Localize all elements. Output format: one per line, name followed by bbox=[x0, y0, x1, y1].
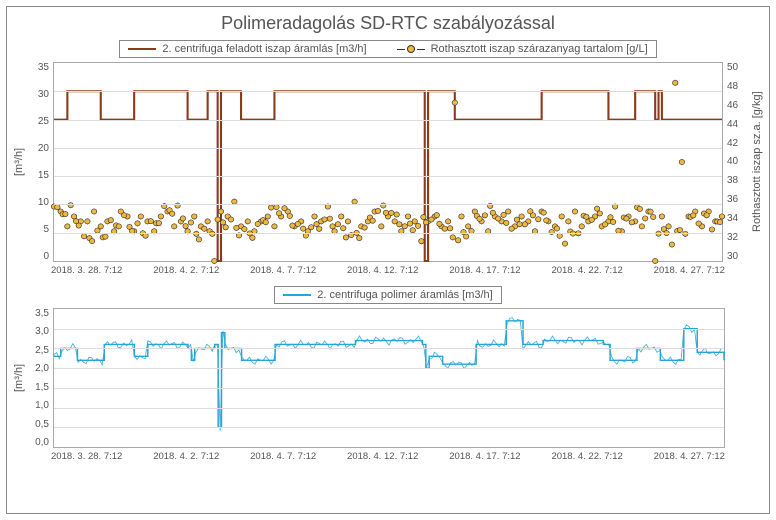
swatch-line-blue bbox=[283, 294, 311, 296]
top-plot-area bbox=[53, 62, 723, 262]
top-x-axis: 2018. 3. 28. 7:122018. 4. 2. 7:122018. 4… bbox=[51, 265, 725, 276]
top-y-right-label: Rothasztott iszap sz.a. [g/kg] bbox=[751, 62, 763, 262]
swatch-line-brown bbox=[128, 48, 156, 50]
bot-y-left-axis: 3,53,02,52,01,51,00,50,0 bbox=[27, 308, 53, 448]
top-legend: 2. centrifuga feladott iszap áramlás [m3… bbox=[119, 40, 656, 58]
top-y-left-axis: 35302520151050 bbox=[27, 62, 53, 262]
bot-y-left-label: [m³/h] bbox=[13, 308, 25, 448]
legend-item-flow: 2. centrifuga feladott iszap áramlás [m3… bbox=[128, 43, 366, 55]
top-chart: 2. centrifuga feladott iszap áramlás [m3… bbox=[13, 40, 763, 276]
legend-label: 2. centrifuga polimer áramlás [m3/h] bbox=[317, 289, 492, 301]
chart-title: Polimeradagolás SD-RTC szabályozással bbox=[13, 13, 763, 34]
top-y-right-axis: 5048464442403836343230 bbox=[723, 62, 749, 262]
bot-x-axis: 2018. 3. 28. 7:122018. 4. 2. 7:122018. 4… bbox=[51, 451, 725, 462]
legend-label: 2. centrifuga feladott iszap áramlás [m3… bbox=[162, 43, 366, 55]
bottom-legend: 2. centrifuga polimer áramlás [m3/h] bbox=[274, 286, 501, 304]
spacer bbox=[751, 308, 763, 448]
swatch-marker-yellow bbox=[397, 45, 425, 53]
legend-label: Rothasztott iszap szárazanyag tartalom [… bbox=[431, 43, 648, 55]
spacer bbox=[725, 308, 751, 448]
bottom-chart: 2. centrifuga polimer áramlás [m3/h] [m³… bbox=[13, 286, 763, 462]
bot-plot-area bbox=[53, 308, 725, 448]
legend-item-polymer: 2. centrifuga polimer áramlás [m3/h] bbox=[283, 289, 492, 301]
chart-frame: Polimeradagolás SD-RTC szabályozással 2.… bbox=[6, 6, 770, 514]
top-y-left-label: [m³/h] bbox=[13, 62, 25, 262]
legend-item-drycontent: Rothasztott iszap szárazanyag tartalom [… bbox=[397, 43, 648, 55]
